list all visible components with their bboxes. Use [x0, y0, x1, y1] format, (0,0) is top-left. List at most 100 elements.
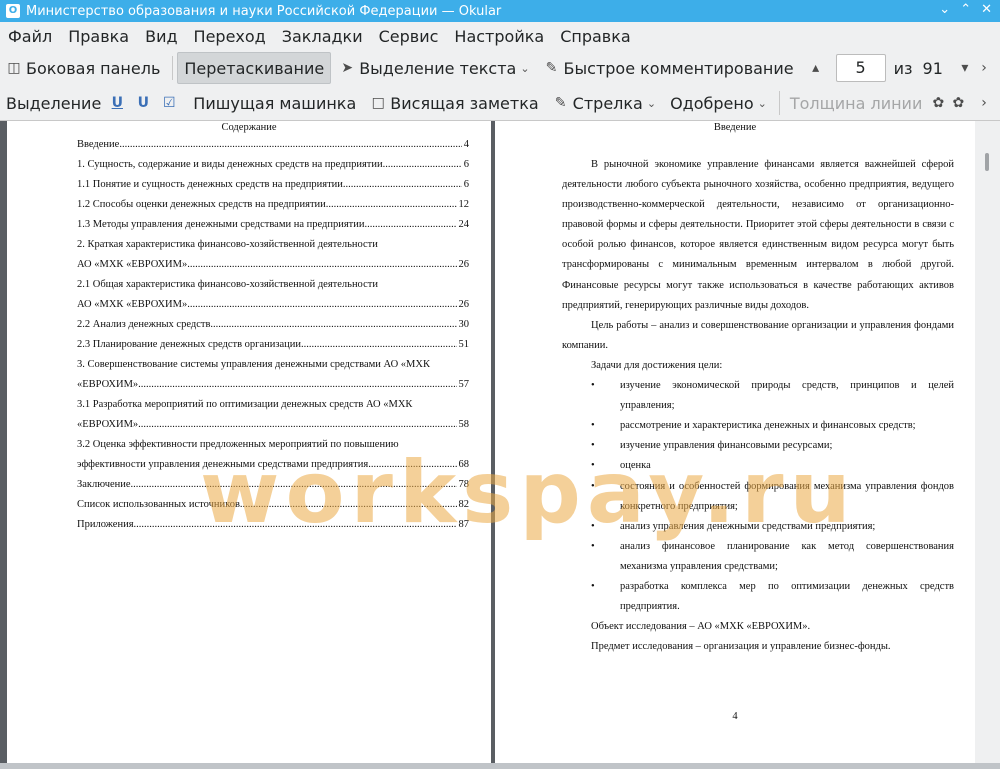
underline-icon[interactable]: U	[109, 95, 125, 111]
window-title: Министерство образования и науки Российс…	[26, 3, 502, 19]
list-item: • анализ управления денежными средствами …	[562, 517, 954, 537]
list-item: • разработка комплекса мер по оптимизации…	[562, 577, 954, 617]
selection-button[interactable]: Выделение	[0, 88, 107, 118]
line-width-button[interactable]: Толщина линии	[784, 88, 929, 118]
previous-page-icon[interactable]: ▴	[808, 60, 824, 76]
toc-leader-dots	[187, 295, 456, 315]
menu-tools[interactable]: Сервис	[371, 27, 447, 46]
toc-entry[interactable]: Список использованных источников 82	[77, 495, 469, 515]
toc-entry[interactable]: 3.2 Оценка эффективности предложенных ме…	[77, 435, 469, 455]
menu-go[interactable]: Переход	[186, 27, 274, 46]
page-body: В рыночной экономике управление финансам…	[562, 155, 954, 657]
browse-tool-button[interactable]: Перетаскивание	[177, 52, 332, 84]
menu-file[interactable]: Файл	[0, 27, 60, 46]
toc-entry-title: 2.3 Планирование денежных средств органи…	[77, 339, 302, 350]
toc-entry[interactable]: 3.1 Разработка мероприятий по оптимизаци…	[77, 395, 469, 415]
list-item: • изучение экономической природы средств,…	[562, 376, 954, 416]
sidebar-button[interactable]: ◫ Боковая панель	[0, 53, 166, 83]
okular-app-icon: O	[6, 4, 20, 18]
squiggle-icon[interactable]: U	[135, 95, 151, 111]
next-page-icon[interactable]: ▾	[957, 60, 973, 76]
page-heading: Содержание	[221, 122, 277, 133]
scrollbar-thumb[interactable]	[985, 153, 989, 171]
list-item: • анализ финансовое планирование как мето…	[562, 537, 954, 577]
chevron-down-icon[interactable]: ⌄	[758, 97, 767, 110]
toc-entry-title: АО «МХК «ЕВРОХИМ»	[77, 259, 188, 270]
toc-leader-dots	[210, 315, 456, 335]
toc-entry[interactable]: Заключение 78	[77, 475, 469, 495]
toc-entry[interactable]: 1. Сущность, содержание и виды денежных …	[77, 155, 469, 175]
toc-entry[interactable]: эффективности управления денежными средс…	[77, 455, 469, 475]
toc-entry[interactable]: «ЕВРОХИМ» 58	[77, 415, 469, 435]
toc-entry[interactable]: 2.2 Анализ денежных средств 30	[77, 315, 469, 335]
toc-entry-title: 2. Краткая характеристика финансово-хозя…	[77, 239, 378, 250]
toc-entry-title: Заключение	[77, 479, 131, 490]
toc-entry[interactable]: 3. Совершенствование системы управления …	[77, 355, 469, 375]
toc-leader-dots	[368, 455, 456, 475]
document-page: Содержание Введение 4 1. Сущность, содержа…	[7, 121, 491, 769]
task-list: • изучение экономической природы средств,…	[562, 376, 954, 617]
document-viewer[interactable]: Содержание Введение 4 1. Сущность, содержа…	[0, 121, 1000, 769]
arrow-button[interactable]: ✎ Стрелка ⌄	[547, 88, 662, 118]
toc-entry[interactable]: 2.1 Общая характеристика финансово-хозяй…	[77, 275, 469, 295]
toc-entry[interactable]: АО «МХК «ЕВРОХИМ» 26	[77, 255, 469, 275]
menu-help[interactable]: Справка	[552, 27, 639, 46]
toc-leader-dots	[240, 495, 457, 515]
chevron-down-icon[interactable]: ⌄	[520, 62, 529, 75]
color-icon[interactable]: ✿	[930, 95, 946, 111]
toc-entry-page: 78	[458, 479, 470, 490]
toc-leader-dots	[301, 335, 456, 355]
typewriter-button[interactable]: Пишущая машинка	[187, 88, 362, 118]
vertical-scrollbar[interactable]	[975, 121, 1000, 769]
list-item: • изучение управления финансовыми ресурса…	[562, 436, 954, 456]
horizontal-scrollbar[interactable]	[0, 763, 1000, 769]
toc-leader-dots	[138, 415, 456, 435]
toc-entry[interactable]: «ЕВРОХИМ» 57	[77, 375, 469, 395]
menu-bookmarks[interactable]: Закладки	[274, 27, 371, 46]
toc-entry-title: 3. Совершенствование системы управления …	[77, 359, 430, 370]
toc-entry-title: 1.1 Понятие и сущность денежных средств …	[77, 179, 343, 190]
list-item-text: анализ управления денежными средствами п…	[620, 520, 876, 532]
toc-entry[interactable]: Приложения 87	[77, 515, 469, 535]
toc-entry-title: Введение	[77, 139, 120, 150]
toc-entry[interactable]: 2. Краткая характеристика финансово-хозя…	[77, 235, 469, 255]
toolbar-separator	[778, 91, 780, 115]
paragraph: Предмет исследования – организация и упр…	[591, 641, 891, 653]
popup-note-button[interactable]: □ Висящая заметка	[364, 88, 544, 118]
bullet-marker: •	[591, 440, 595, 452]
toolbar-overflow-icon[interactable]: ›	[976, 95, 992, 111]
toc-leader-dots	[131, 475, 457, 495]
toc-entry[interactable]: 1.3 Методы управления денежными средства…	[77, 215, 469, 235]
paragraph: В рыночной экономике управление финансам…	[562, 159, 954, 311]
chevron-down-icon[interactable]: ⌄	[647, 97, 656, 110]
page-number-input[interactable]: 5	[835, 54, 886, 82]
toc-entry-title: 1. Сущность, содержание и виды денежных …	[77, 159, 383, 170]
opacity-icon[interactable]: ✿	[950, 95, 966, 111]
sidebar-icon: ◫	[7, 60, 21, 76]
toc-entry[interactable]: Введение 4	[77, 135, 469, 155]
toc-entry[interactable]: 2.3 Планирование денежных средств органи…	[77, 335, 469, 355]
menu-view[interactable]: Вид	[137, 27, 185, 46]
strikeout-icon[interactable]: ☑	[161, 95, 177, 111]
main-toolbar: ◫ Боковая панель Перетаскивание ➤ Выделе…	[0, 51, 1000, 85]
bullet-marker: •	[591, 520, 595, 532]
toc-entry-page: 68	[458, 459, 470, 470]
list-item-text: разработка комплекса мер по оптимизации …	[620, 580, 954, 613]
minimize-icon[interactable]: ⌄	[939, 2, 950, 17]
title-bar: O Министерство образования и науки Росси…	[0, 0, 1000, 22]
toc-entry[interactable]: 1.2 Способы оценки денежных средств на п…	[77, 195, 469, 215]
toc-entry-page: 26	[458, 299, 470, 310]
text-select-button[interactable]: ➤ Выделение текста ⌄	[333, 53, 535, 83]
menu-settings[interactable]: Настройка	[446, 27, 552, 46]
toc-entry[interactable]: 1.1 Понятие и сущность денежных средств …	[77, 175, 469, 195]
quick-annotation-button[interactable]: ✎ Быстрое комментирование	[538, 53, 800, 83]
close-icon[interactable]: ✕	[981, 2, 992, 17]
annotation-toolbar: Выделение U U ☑ Пишущая машинка □ Висяща…	[0, 86, 1000, 121]
maximize-icon[interactable]: ⌃	[960, 2, 971, 17]
toolbar-overflow-icon[interactable]: ›	[976, 60, 992, 76]
toc-entry-page: 51	[458, 339, 470, 350]
toc-leader-dots	[383, 155, 462, 175]
menu-edit[interactable]: Правка	[60, 27, 137, 46]
toc-entry[interactable]: АО «МХК «ЕВРОХИМ» 26	[77, 295, 469, 315]
stamp-button[interactable]: Одобрено ⌄	[664, 88, 773, 118]
